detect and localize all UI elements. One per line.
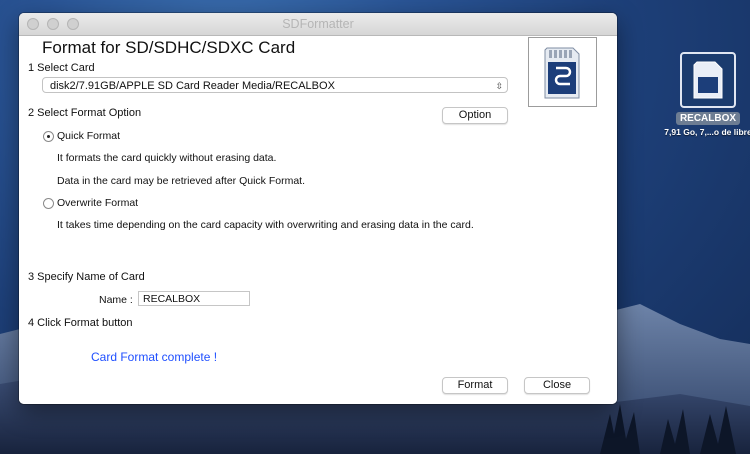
card-select-value: disk2/7.91GB/APPLE SD Card Reader Media/… [50, 80, 335, 92]
chevron-updown-icon: ⇳ [495, 81, 503, 91]
step3-label: 3 Specify Name of Card [28, 271, 145, 283]
minimize-window-button[interactable] [47, 18, 59, 30]
overwrite-format-desc: It takes time depending on the card capa… [57, 219, 474, 231]
window-title: SDFormatter [282, 17, 354, 31]
zoom-window-button[interactable] [67, 18, 79, 30]
step2-label: 2 Select Format Option [28, 107, 142, 119]
sd-card-icon [544, 47, 580, 99]
overwrite-format-label[interactable]: Overwrite Format [57, 197, 138, 209]
page-title: Format for SD/SDHC/SDXC Card [42, 38, 296, 57]
overwrite-format-radio[interactable] [43, 198, 54, 209]
status-message: Card Format complete ! [91, 350, 218, 364]
name-label: Name : [99, 294, 133, 306]
sd-card-logo [528, 37, 597, 107]
format-button[interactable]: Format [442, 377, 508, 394]
step1-label: 1 Select Card [28, 62, 95, 74]
quick-format-desc1: It formats the card quickly without eras… [57, 152, 277, 164]
quick-format-desc2: Data in the card may be retrieved after … [57, 175, 306, 187]
desktop-drive-info: 7,91 Go, 7,...o de libre [664, 127, 750, 137]
sdformatter-window: SDFormatter Format for SD/SDHC/SDXC Card… [19, 13, 617, 404]
option-button[interactable]: Option [442, 107, 508, 124]
close-button[interactable]: Close [524, 377, 590, 394]
card-name-input[interactable]: RECALBOX [138, 291, 250, 306]
step4-label: 4 Click Format button [28, 317, 133, 329]
desktop-drive-name: RECALBOX [675, 112, 741, 125]
quick-format-label[interactable]: Quick Format [57, 130, 120, 142]
quick-format-radio[interactable] [43, 131, 54, 142]
title-bar[interactable]: SDFormatter [19, 13, 617, 36]
desktop-drive-icon[interactable]: RECALBOX 7,91 Go, 7,...o de libre [664, 52, 750, 137]
close-window-button[interactable] [27, 18, 39, 30]
card-select[interactable]: disk2/7.91GB/APPLE SD Card Reader Media/… [42, 77, 508, 93]
sd-card-icon [680, 52, 736, 108]
window-content: Format for SD/SDHC/SDXC Card 1 Select Ca… [19, 36, 617, 404]
